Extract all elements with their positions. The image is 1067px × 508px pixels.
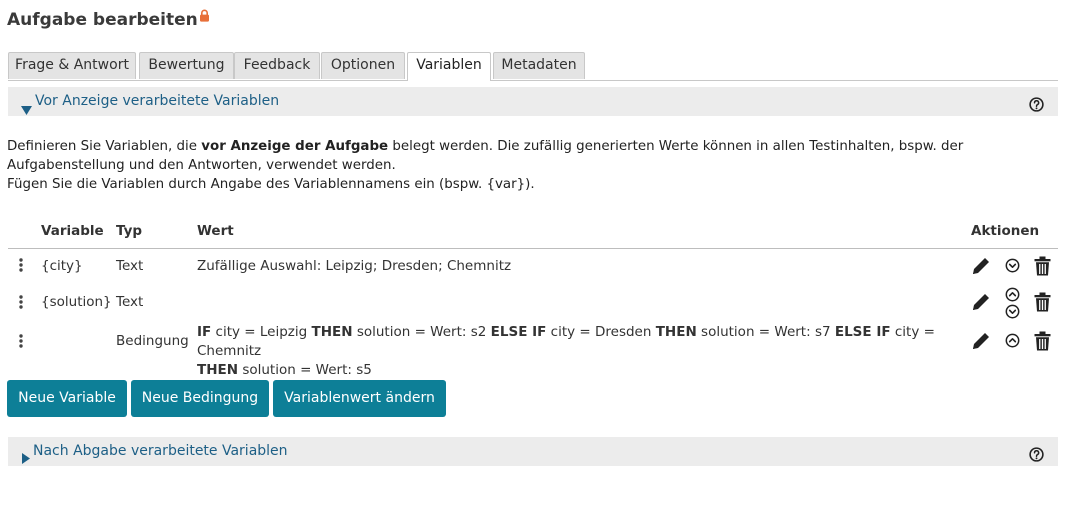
condition-text: city = Leipzig <box>211 324 312 340</box>
cell-wert: Zufällige Auswahl: Leipzig; Dresden; Che… <box>197 258 512 274</box>
help-icon[interactable] <box>1029 94 1044 123</box>
keyword-else-if: ELSE IF <box>834 324 891 340</box>
tab-bar: Frage & Antwort Bewertung Feedback Optio… <box>8 52 1058 81</box>
move-down-icon[interactable] <box>1005 304 1020 323</box>
header-wert: Wert <box>197 223 234 239</box>
edit-pencil-icon[interactable] <box>971 256 991 280</box>
cell-typ: Text <box>116 294 144 310</box>
drag-handle-icon[interactable] <box>19 295 23 313</box>
delete-trash-icon[interactable] <box>1034 292 1051 316</box>
description-paragraph: Definieren Sie Variablen, die vor Anzeig… <box>7 137 1047 175</box>
description-text: Definieren Sie Variablen, die <box>7 139 202 154</box>
lock-icon <box>199 7 210 27</box>
table-row: {city} Text Zufällige Auswahl: Leipzig; … <box>8 256 1058 280</box>
section-after-label: Nach Abgabe verarbeitete Variablen <box>33 443 288 459</box>
move-down-icon[interactable] <box>1005 258 1020 277</box>
caret-right-icon <box>22 446 30 475</box>
edit-pencil-icon[interactable] <box>971 331 991 355</box>
drag-handle-icon[interactable] <box>19 258 23 276</box>
keyword-else-if: ELSE IF <box>490 324 547 340</box>
table-header: Variable Typ Wert Aktionen <box>8 219 1058 249</box>
page-title-text: Aufgabe bearbeiten <box>7 10 198 30</box>
edit-pencil-icon[interactable] <box>971 292 991 316</box>
section-after-submission[interactable]: Nach Abgabe verarbeitete Variablen <box>8 437 1058 466</box>
new-variable-button[interactable]: Neue Variable <box>7 380 127 417</box>
header-variable: Variable <box>41 223 104 239</box>
cell-variable: {city} <box>41 258 83 274</box>
condition-text: solution = Wert: s5 <box>238 362 372 378</box>
tab-metadaten[interactable]: Metadaten <box>493 52 585 79</box>
description-bold: vor Anzeige der Aufgabe <box>201 139 389 154</box>
tab-feedback[interactable]: Feedback <box>234 52 320 79</box>
keyword-then: THEN <box>655 324 697 340</box>
header-typ: Typ <box>116 223 143 239</box>
description: Definieren Sie Variablen, die vor Anzeig… <box>7 137 1047 194</box>
new-condition-button[interactable]: Neue Bedingung <box>131 380 269 417</box>
cell-variable: {solution} <box>41 294 112 310</box>
table-row: Bedingung IF city = Leipzig THEN solutio… <box>8 322 1058 378</box>
caret-down-icon <box>21 97 32 126</box>
tab-optionen[interactable]: Optionen <box>321 52 405 79</box>
move-up-icon[interactable] <box>1005 333 1020 352</box>
delete-trash-icon[interactable] <box>1034 256 1051 280</box>
tab-bewertung[interactable]: Bewertung <box>139 52 234 79</box>
tab-frage-antwort[interactable]: Frage & Antwort <box>8 52 136 79</box>
condition-text: solution = Wert: s2 <box>352 324 491 340</box>
table-row: {solution} Text <box>8 287 1058 323</box>
cell-typ: Bedingung <box>116 333 189 349</box>
description-hint: Fügen Sie die Variablen durch Angabe des… <box>7 177 535 192</box>
keyword-if: IF <box>197 324 212 340</box>
header-aktionen: Aktionen <box>971 223 1040 239</box>
tab-variablen[interactable]: Variablen <box>407 52 491 81</box>
drag-handle-icon[interactable] <box>19 334 23 352</box>
condition-text: solution = Wert: s7 <box>696 324 835 340</box>
section-before-label: Vor Anzeige verarbeitete Variablen <box>35 93 280 109</box>
keyword-then: THEN <box>311 324 353 340</box>
cell-typ: Text <box>116 258 144 274</box>
condition-text: city = Dresden <box>546 324 656 340</box>
section-before-display[interactable]: Vor Anzeige verarbeitete Variablen <box>8 87 1058 116</box>
delete-trash-icon[interactable] <box>1034 331 1051 355</box>
cell-wert-condition: IF city = Leipzig THEN solution = Wert: … <box>197 323 957 380</box>
help-icon[interactable] <box>1029 444 1044 473</box>
keyword-then: THEN <box>197 362 239 378</box>
change-variable-value-button[interactable]: Variablenwert ändern <box>273 380 446 417</box>
page-title: Aufgabe bearbeiten <box>7 7 210 30</box>
